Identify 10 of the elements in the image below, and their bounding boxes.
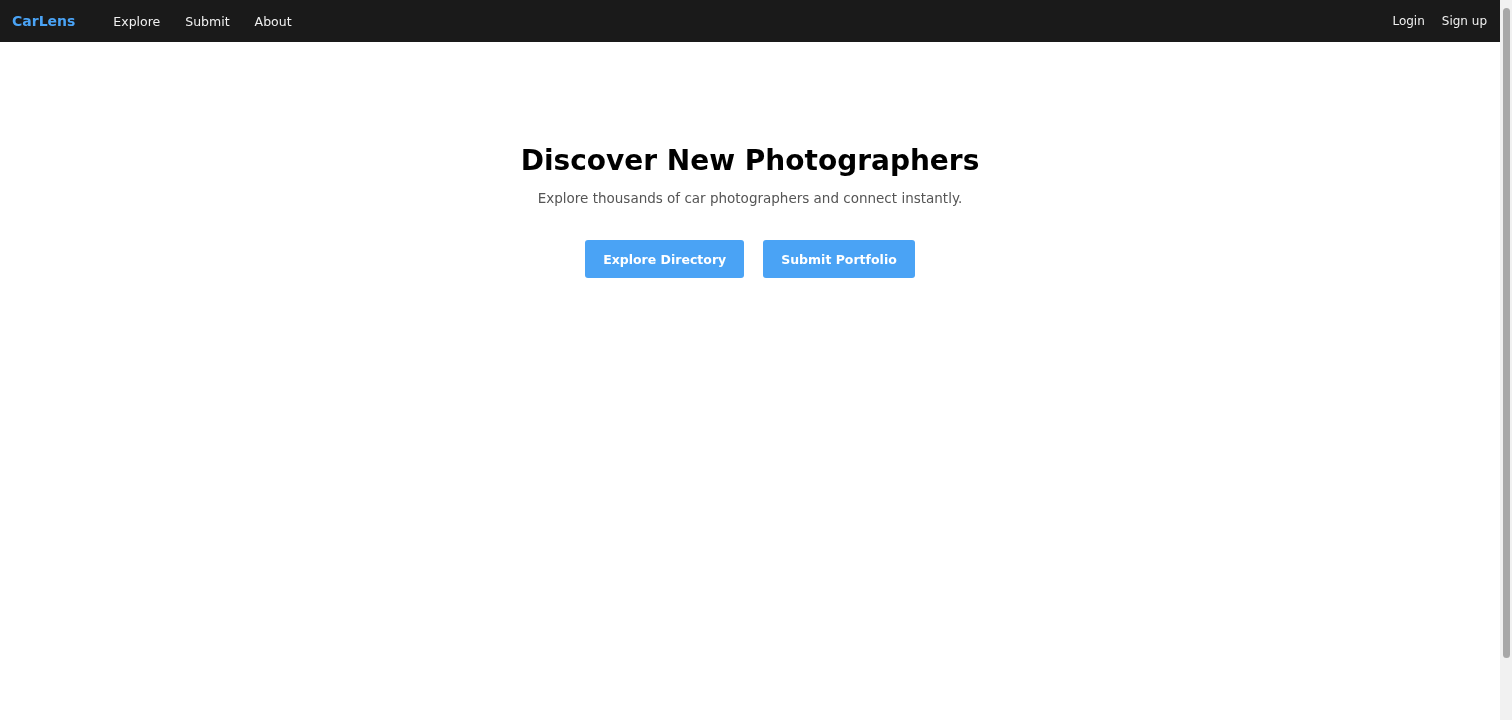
nav-link[interactable]: About [254, 13, 292, 29]
hero-title: Discover New Photographers [520, 144, 980, 177]
auth-link[interactable]: Login [1392, 14, 1425, 28]
nav-link[interactable]: Explore [113, 13, 161, 29]
scrollbar[interactable] [1500, 0, 1512, 720]
scrollbar-thumb[interactable] [1502, 8, 1510, 658]
hero-subtitle: Explore thousands of car photographers and connect instantly. [537, 190, 963, 206]
brand-logo[interactable]: CarLens [12, 13, 76, 29]
auth-link[interactable]: Sign up [1441, 14, 1487, 28]
nav-link[interactable]: Submit [185, 13, 230, 29]
